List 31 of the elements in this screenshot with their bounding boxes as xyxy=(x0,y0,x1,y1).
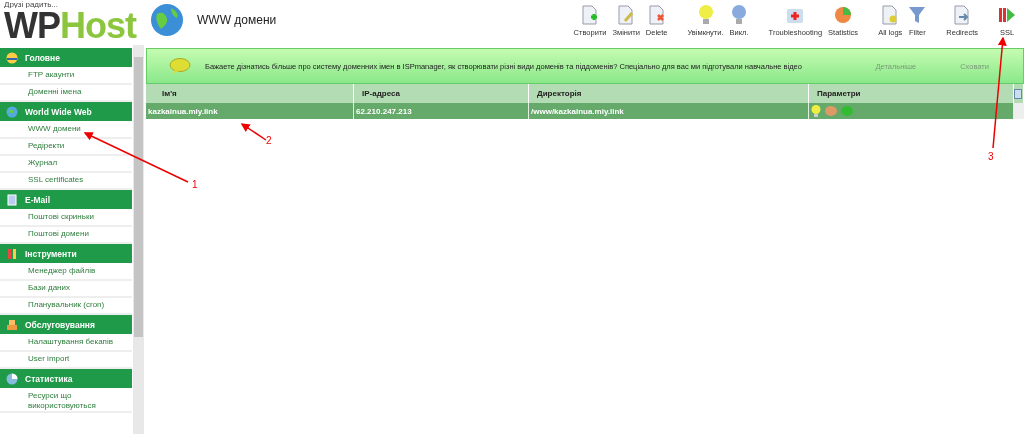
table-cell: /www/kazkainua.miy.link xyxy=(529,103,809,119)
column-header[interactable]: Ім'я xyxy=(146,84,354,103)
sidebar-item[interactable]: Редіректи xyxy=(0,139,132,156)
sidebar-section-header[interactable]: Статистика xyxy=(0,369,132,389)
section-title: World Wide Web xyxy=(25,106,92,117)
tagline: Друзі радить... xyxy=(4,0,59,8)
sidebar-section-header[interactable]: E-Mail xyxy=(0,190,132,210)
section-title: Обслуговування xyxy=(25,319,95,330)
sidebar-item[interactable]: Поштові скриньки xyxy=(0,210,132,227)
logo: WPHost xyxy=(4,8,138,44)
column-header[interactable]: IP-адреса xyxy=(354,84,529,103)
sidebar-section-header[interactable]: World Wide Web xyxy=(0,102,132,122)
sidebar-section-header[interactable]: Інструменти xyxy=(0,244,132,264)
column-header[interactable]: Директорія xyxy=(529,84,809,103)
column-header[interactable]: Параметри xyxy=(809,84,1014,103)
section-title: Головне xyxy=(25,52,60,63)
annotation-number: 1 xyxy=(192,179,198,190)
table-cell: 62.210.247.213 xyxy=(354,103,529,119)
sidebar-item[interactable]: Поштові домени xyxy=(0,227,132,244)
sidebar-item[interactable]: Налаштування бекапів xyxy=(0,335,132,352)
section-title: Статистика xyxy=(25,373,73,384)
page-title: WWW домени xyxy=(197,13,277,27)
sidebar-item[interactable]: Менеджер файлів xyxy=(0,264,132,281)
section-title: E-Mail xyxy=(25,194,51,205)
annotation-number: 2 xyxy=(266,135,272,146)
annotation-number: 3 xyxy=(988,151,994,162)
section-title: Інструменти xyxy=(25,248,77,259)
sidebar-item[interactable]: Доменні імена xyxy=(0,85,132,102)
table-cell: kazkainua.miy.link xyxy=(146,103,354,119)
sidebar-section-header[interactable]: Обслуговування xyxy=(0,315,132,335)
sidebar-section-header[interactable]: Головне xyxy=(0,48,132,68)
